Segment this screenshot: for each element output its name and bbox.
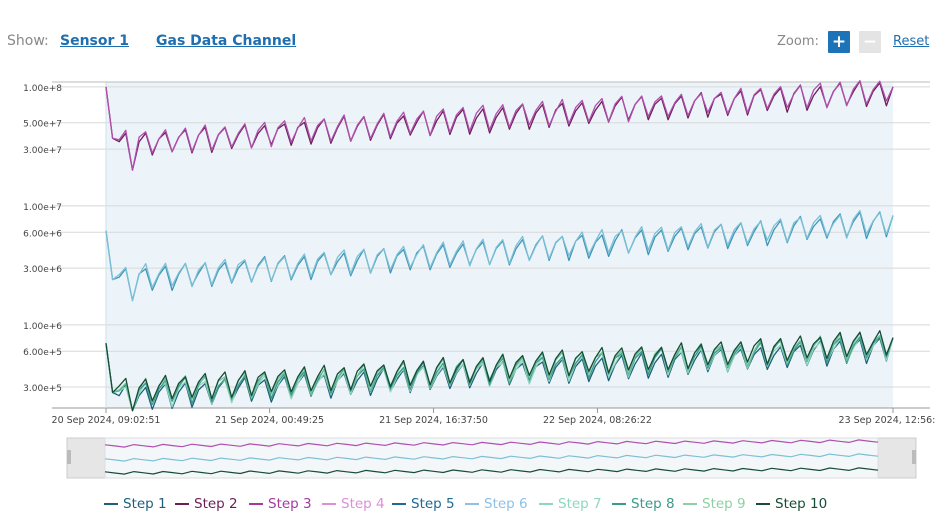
legend-item[interactable]: Step 10	[756, 496, 827, 512]
legend-label: Step 2	[194, 496, 238, 512]
legend-label: Step 9	[702, 496, 746, 512]
legend-label: Step 5	[411, 496, 455, 512]
legend-swatch	[756, 503, 770, 505]
y-tick-label: 3.00e+6	[23, 265, 62, 275]
y-tick-label: 5.00e+7	[23, 120, 62, 130]
legend-label: Step 6	[484, 496, 528, 512]
legend-item[interactable]: Step 3	[249, 496, 312, 512]
show-label: Show:	[7, 33, 49, 49]
legend-item[interactable]: Step 1	[104, 496, 167, 512]
legend-label: Step 1	[123, 496, 167, 512]
reset-zoom-link[interactable]: Reset	[893, 34, 929, 49]
legend-item[interactable]: Step 7	[539, 496, 602, 512]
legend-label: Step 7	[558, 496, 602, 512]
y-tick-label: 1.00e+7	[23, 203, 62, 213]
legend-label: Step 4	[341, 496, 385, 512]
legend-swatch	[175, 503, 189, 505]
legend-swatch	[104, 503, 118, 505]
y-tick-label: 6.00e+6	[23, 229, 62, 239]
y-tick-label: 6.00e+5	[23, 348, 62, 358]
legend-swatch	[539, 503, 553, 505]
legend-swatch	[465, 503, 479, 505]
chart-legend: Step 1 Step 2 Step 3 Step 4 Step 5 Step 6 Step…	[0, 496, 935, 518]
legend-swatch	[612, 503, 626, 505]
legend-item[interactable]: Step 4	[322, 496, 385, 512]
legend-label: Step 10	[775, 496, 828, 512]
navigator-left-handle	[67, 450, 71, 464]
y-tick-label: 3.00e+5	[23, 384, 62, 394]
y-tick-label: 3.00e+7	[23, 146, 62, 156]
zoom-out-button[interactable]: −	[859, 31, 881, 53]
x-tick-label: 20 Sep 2024, 09:02:51	[52, 415, 161, 426]
legend-item[interactable]: Step 6	[465, 496, 528, 512]
main-chart[interactable]: 1.00e+8 5.00e+7 3.00e+7 1.00e+7 6.00e+6 3.00e…	[0, 70, 935, 430]
legend-item[interactable]: Step 9	[683, 496, 746, 512]
legend-swatch	[249, 503, 263, 505]
range-navigator[interactable]	[0, 430, 935, 480]
y-tick-label: 1.00e+6	[23, 322, 62, 332]
legend-label: Step 3	[268, 496, 312, 512]
legend-swatch	[683, 503, 697, 505]
y-tick-label: 1.00e+8	[23, 84, 62, 94]
zoom-in-button[interactable]: +	[828, 31, 850, 53]
legend-item[interactable]: Step 5	[392, 496, 455, 512]
x-tick-label: 22 Sep 2024, 08:26:22	[543, 415, 652, 426]
navigator-right-handle	[912, 450, 916, 464]
legend-item[interactable]: Step 2	[175, 496, 238, 512]
x-tick-label: 23 Sep 2024, 12:56:11	[839, 415, 935, 426]
legend-label: Step 8	[631, 496, 675, 512]
sensor-link[interactable]: Sensor 1	[60, 33, 129, 49]
zoom-label: Zoom:	[777, 34, 819, 49]
legend-item[interactable]: Step 8	[612, 496, 675, 512]
x-tick-label: 21 Sep 2024, 16:37:50	[379, 415, 488, 426]
legend-swatch	[322, 503, 336, 505]
chart-toolbar: Show: Sensor 1 Gas Data Channel Zoom: + …	[0, 0, 935, 70]
legend-swatch	[392, 503, 406, 505]
x-tick-label: 21 Sep 2024, 00:49:25	[215, 415, 324, 426]
gas-data-channel-link[interactable]: Gas Data Channel	[156, 33, 296, 49]
